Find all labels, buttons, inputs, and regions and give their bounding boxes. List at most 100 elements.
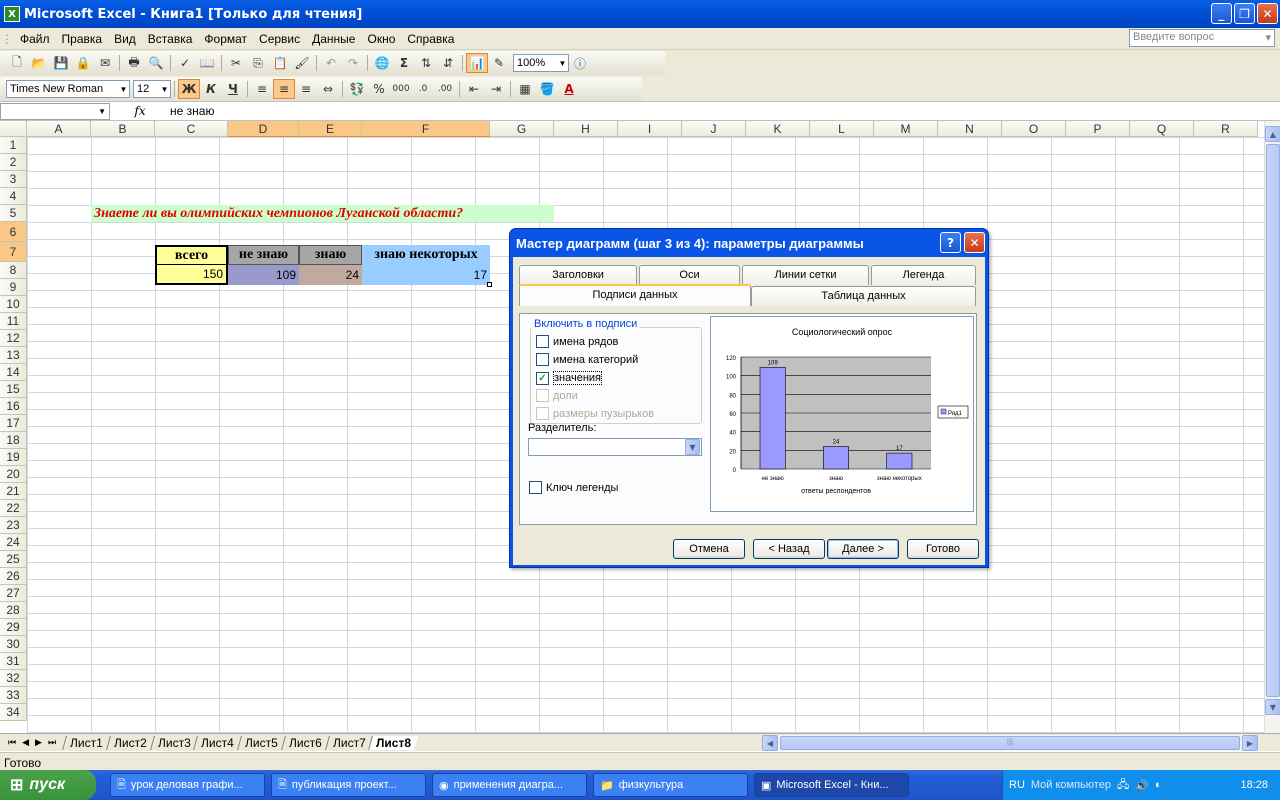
hyperlink-icon[interactable]: 🌐 bbox=[371, 53, 393, 73]
row-header-14[interactable]: 14 bbox=[0, 364, 27, 381]
checkbox-3[interactable]: доли bbox=[536, 389, 578, 402]
research-icon[interactable]: 📖 bbox=[196, 53, 218, 73]
row-header-34[interactable]: 34 bbox=[0, 704, 27, 721]
row-header-4[interactable]: 4 bbox=[0, 188, 27, 205]
borders-icon[interactable]: ▦ bbox=[514, 79, 536, 99]
menu-edit[interactable]: Правка bbox=[56, 32, 109, 46]
sheet-tab-4[interactable]: Лист4 bbox=[193, 735, 241, 750]
merge-center-icon[interactable]: ⇔ bbox=[317, 79, 339, 99]
align-left-icon[interactable]: ≡ bbox=[251, 79, 273, 99]
italic-button[interactable]: К bbox=[200, 79, 222, 99]
row-header-12[interactable]: 12 bbox=[0, 330, 27, 347]
undo-icon[interactable]: ↶ bbox=[320, 53, 342, 73]
copy-icon[interactable]: ⎘ bbox=[247, 53, 269, 73]
row-header-11[interactable]: 11 bbox=[0, 313, 27, 330]
sort-desc-icon[interactable]: ⇵ bbox=[437, 53, 459, 73]
tab-gridlines[interactable]: Линии сетки bbox=[742, 265, 869, 285]
col-header-h[interactable]: H bbox=[554, 121, 618, 137]
row-header-33[interactable]: 33 bbox=[0, 687, 27, 704]
row-header-20[interactable]: 20 bbox=[0, 466, 27, 483]
next-sheet-icon[interactable]: ▶ bbox=[35, 737, 42, 748]
format-painter-icon[interactable]: 🖌 bbox=[291, 53, 313, 73]
col-header-g[interactable]: G bbox=[490, 121, 554, 137]
font-select[interactable]: Times New Roman ▼ bbox=[6, 80, 130, 98]
col-header-e[interactable]: E bbox=[299, 121, 362, 137]
scroll-down-icon[interactable]: ▼ bbox=[1265, 699, 1280, 715]
select-all-corner[interactable] bbox=[0, 121, 27, 137]
col-header-n[interactable]: N bbox=[938, 121, 1002, 137]
fx-icon[interactable]: fx bbox=[110, 104, 170, 118]
print-preview-icon[interactable]: 🔍 bbox=[145, 53, 167, 73]
first-sheet-icon[interactable]: ⏮ bbox=[8, 737, 16, 748]
menu-help[interactable]: Справка bbox=[401, 32, 460, 46]
col-header-a[interactable]: A bbox=[27, 121, 91, 137]
currency-icon[interactable]: 💱 bbox=[346, 79, 368, 99]
paste-icon[interactable]: 📋 bbox=[269, 53, 291, 73]
scroll-right-icon[interactable]: ▶ bbox=[1242, 735, 1258, 751]
menu-file[interactable]: Файл bbox=[14, 32, 56, 46]
menu-window[interactable]: Окно bbox=[361, 32, 401, 46]
formula-input[interactable]: не знаю bbox=[170, 104, 214, 118]
align-right-icon[interactable]: ≡ bbox=[295, 79, 317, 99]
new-icon[interactable]: 🗋 bbox=[6, 53, 28, 73]
task-browser[interactable]: ◉ применения диагра... bbox=[432, 773, 587, 797]
row-header-10[interactable]: 10 bbox=[0, 296, 27, 313]
col-header-l[interactable]: L bbox=[810, 121, 874, 137]
spelling-icon[interactable]: ✓ bbox=[174, 53, 196, 73]
col-header-p[interactable]: P bbox=[1066, 121, 1130, 137]
tab-axes[interactable]: Оси bbox=[639, 265, 740, 285]
tab-data-labels[interactable]: Подписи данных bbox=[519, 284, 751, 306]
decrease-decimal-icon[interactable]: .00 bbox=[434, 79, 456, 99]
sheet-tab-1[interactable]: Лист1 bbox=[62, 735, 110, 750]
row-header-8[interactable]: 8 bbox=[0, 262, 27, 279]
row-header-27[interactable]: 27 bbox=[0, 585, 27, 602]
col-header-b[interactable]: B bbox=[91, 121, 155, 137]
chart-wizard-icon[interactable]: 📊 bbox=[466, 53, 488, 73]
decrease-indent-icon[interactable]: ⇤ bbox=[463, 79, 485, 99]
row-header-26[interactable]: 26 bbox=[0, 568, 27, 585]
sheet-tab-3[interactable]: Лист3 bbox=[149, 735, 198, 750]
fill-color-icon[interactable]: 🪣 bbox=[536, 79, 558, 99]
last-sheet-icon[interactable]: ⏭ bbox=[48, 737, 56, 748]
row-header-2[interactable]: 2 bbox=[0, 154, 27, 171]
sheet-tab-8[interactable]: Лист8 bbox=[368, 735, 419, 750]
checkbox-2[interactable]: ✓ значения bbox=[536, 371, 603, 385]
zoom-select[interactable]: 100% ▼ bbox=[513, 54, 569, 72]
language-indicator[interactable]: RU bbox=[1009, 779, 1025, 791]
help-icon[interactable]: ⓘ bbox=[569, 53, 591, 73]
prev-sheet-icon[interactable]: ◀ bbox=[22, 737, 29, 748]
header-know-some[interactable]: знаю некоторых bbox=[362, 245, 490, 265]
scroll-thumb[interactable] bbox=[1266, 144, 1280, 697]
col-header-r[interactable]: R bbox=[1194, 121, 1258, 137]
task-folder[interactable]: 📁 физкультура bbox=[593, 773, 748, 797]
sheet-tab-5[interactable]: Лист5 bbox=[237, 735, 285, 750]
back-button[interactable]: < Назад bbox=[753, 539, 825, 559]
maximize-button[interactable]: ❐ bbox=[1234, 3, 1255, 24]
horizontal-scrollbar[interactable]: ◀ ||| ▶ bbox=[762, 735, 1258, 751]
value-dont-know[interactable]: 109 bbox=[228, 265, 299, 285]
header-total[interactable]: всего bbox=[155, 245, 228, 265]
value-know[interactable]: 24 bbox=[299, 265, 362, 285]
help-icon[interactable]: ? bbox=[940, 232, 961, 253]
next-button[interactable]: Далее > bbox=[827, 539, 899, 559]
h-scroll-thumb[interactable]: ||| bbox=[780, 736, 1240, 750]
row-header-9[interactable]: 9 bbox=[0, 279, 27, 296]
increase-decimal-icon[interactable]: .0 bbox=[412, 79, 434, 99]
row-header-29[interactable]: 29 bbox=[0, 619, 27, 636]
vertical-scrollbar[interactable]: ▲ ▼ bbox=[1264, 121, 1280, 733]
minimize-button[interactable]: _ bbox=[1211, 3, 1232, 24]
menu-format[interactable]: Формат bbox=[198, 32, 253, 46]
row-header-15[interactable]: 15 bbox=[0, 381, 27, 398]
separator-select[interactable]: ▼ bbox=[528, 438, 702, 456]
resize-handle[interactable] bbox=[487, 282, 492, 287]
scroll-up-icon[interactable]: ▲ bbox=[1265, 126, 1280, 142]
col-header-c[interactable]: C bbox=[155, 121, 228, 137]
network-icon[interactable]: 🖧 bbox=[1117, 776, 1129, 795]
task-word-2[interactable]: 🗎 публикация проект... bbox=[271, 773, 426, 797]
row-header-31[interactable]: 31 bbox=[0, 653, 27, 670]
col-header-i[interactable]: I bbox=[618, 121, 682, 137]
row-header-1[interactable]: 1 bbox=[0, 137, 27, 154]
row-header-18[interactable]: 18 bbox=[0, 432, 27, 449]
col-header-q[interactable]: Q bbox=[1130, 121, 1194, 137]
legend-key-checkbox[interactable]: Ключ легенды bbox=[529, 481, 618, 494]
